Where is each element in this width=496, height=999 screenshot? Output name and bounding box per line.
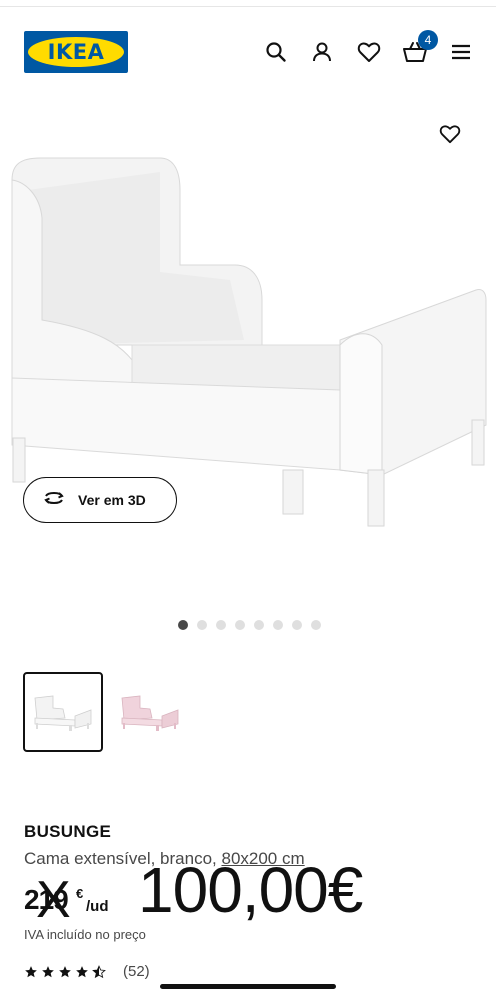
view-in-3d-label: Ver em 3D [78,492,146,508]
cart-count-badge: 4 [418,30,438,50]
old-price-unit: /ud [86,898,109,915]
carousel-dot[interactable] [292,620,302,630]
image-carousel-dots[interactable] [178,620,321,630]
menu-icon[interactable] [447,38,475,66]
carousel-dot[interactable] [197,620,207,630]
old-price-currency: € [76,886,84,901]
new-price: 100,00€ [138,854,363,926]
old-price-strike-mark: X [36,871,71,929]
variant-white-thumbnail[interactable] [23,672,103,752]
home-indicator [160,984,336,989]
carousel-dot[interactable] [273,620,283,630]
view-in-3d-button[interactable]: Ver em 3D [23,477,177,523]
carousel-dot[interactable] [254,620,264,630]
logo-oval: IKEA [28,37,124,67]
old-price: 219 € /ud X [24,874,120,928]
variant-pink-thumbnail[interactable] [110,672,190,752]
carousel-dot[interactable] [216,620,226,630]
vat-note: IVA incluído no preço [24,927,146,942]
rotate-3d-icon [42,490,66,511]
search-icon[interactable] [262,38,290,66]
carousel-dot[interactable] [178,620,188,630]
top-divider [0,6,496,7]
ikea-logo[interactable]: IKEA [24,31,128,73]
star-full-icon [76,965,88,977]
carousel-dot[interactable] [311,620,321,630]
heart-icon[interactable] [355,38,383,66]
add-to-favourites-heart-icon[interactable] [436,120,464,148]
user-icon[interactable] [308,38,336,66]
star-full-icon [42,965,54,977]
star-full-icon [59,965,71,977]
product-name: BUSUNGE [24,822,112,841]
product-rating[interactable]: (52) [24,963,150,980]
star-full-icon [25,965,37,977]
logo-text: IKEA [47,39,105,64]
star-half-icon [92,964,106,978]
rating-count[interactable]: (52) [123,963,150,980]
carousel-dot[interactable] [235,620,245,630]
